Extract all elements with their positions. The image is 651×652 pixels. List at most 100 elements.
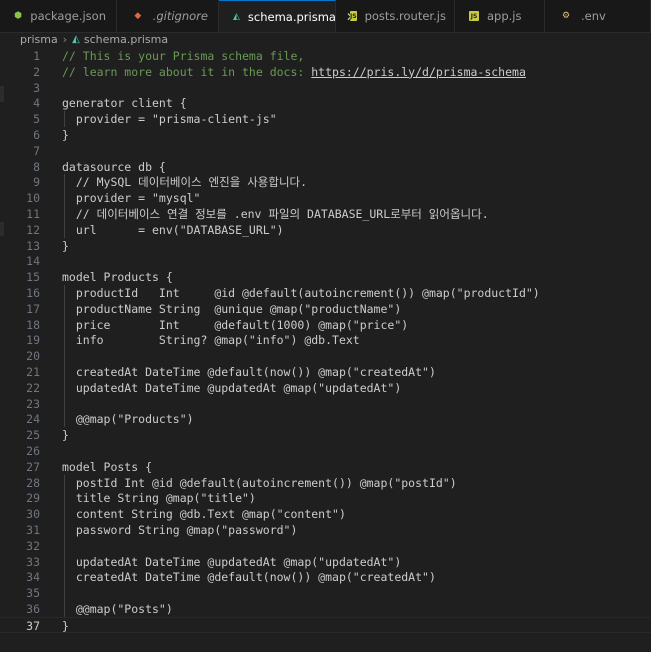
code-text: postId Int @id @default(autoincrement())…: [62, 475, 457, 491]
js-icon: JS: [350, 11, 357, 21]
line-number: 24: [26, 412, 40, 427]
code-line[interactable]: 34 createdAt DateTime @default(now()) @m…: [0, 569, 651, 585]
code-line[interactable]: 20: [0, 348, 651, 364]
code-line[interactable]: 10 provider = "mysql": [0, 190, 651, 206]
code-line[interactable]: 29 title String @map("title"): [0, 490, 651, 506]
code-text-content: url = env("DATABASE_URL"): [62, 222, 284, 237]
tab-bar: ⬢package.json◆.gitignore◭schema.prisma✕J…: [0, 0, 651, 33]
code-line[interactable]: 21 createdAt DateTime @default(now()) @m…: [0, 364, 651, 380]
line-number: 36: [26, 602, 40, 616]
code-text-content: }: [62, 128, 69, 142]
code-text-content: password String @map("password"): [62, 523, 298, 537]
code-line[interactable]: 4 generator client {: [0, 95, 651, 111]
code-line[interactable]: 17 productName String @unique @map("prod…: [0, 301, 651, 317]
code-text-content: productId Int @id @default(autoincrement…: [62, 286, 540, 300]
code-line[interactable]: 27 model Posts {: [0, 459, 651, 475]
code-line[interactable]: 23: [0, 396, 651, 412]
line-number: 37: [26, 618, 40, 633]
code-text: generator client {: [62, 95, 187, 111]
code-text-content: provider = "mysql": [62, 191, 201, 206]
code-text-content: @@map("Posts"): [62, 602, 173, 616]
line-number: 4: [33, 96, 40, 111]
code-line[interactable]: 24 @@map("Products"): [0, 411, 651, 427]
env-icon: ⚙: [561, 11, 571, 21]
code-text-content: // learn more about it in the docs:: [62, 64, 312, 79]
code-text-content: model Products {: [62, 270, 173, 285]
code-line[interactable]: 16 productId Int @id @default(autoincrem…: [0, 285, 651, 301]
code-text-content: provider = "prisma-client-js": [62, 112, 277, 127]
code-line[interactable]: 35: [0, 585, 651, 601]
line-number: 21: [26, 365, 40, 379]
code-line[interactable]: 37}: [0, 616, 651, 633]
code-line[interactable]: 30 content String @db.Text @map("content…: [0, 506, 651, 522]
tab-label: app.js: [487, 9, 522, 23]
tab-app-js[interactable]: JS app.js: [455, 0, 545, 32]
code-line[interactable]: 12 url = env("DATABASE_URL"): [0, 222, 651, 238]
line-number: 10: [26, 191, 40, 206]
code-line[interactable]: 9 // MySQL 데이터베이스 엔진을 사용합니다.: [0, 174, 651, 190]
line-number: 35: [26, 586, 40, 601]
prisma-icon: ◭: [233, 11, 240, 22]
code-line[interactable]: 13}: [0, 238, 651, 254]
tab-gitignore[interactable]: ◆ .gitignore: [117, 0, 219, 32]
code-line[interactable]: 7: [0, 143, 651, 159]
code-editor[interactable]: 1 // This is your Prisma schema file, 2 // …: [0, 47, 651, 652]
code-line[interactable]: 19 info String? @map("info") @db.Text: [0, 332, 651, 348]
code-line[interactable]: 25}: [0, 427, 651, 443]
code-text-content: }: [62, 238, 69, 253]
code-line[interactable]: 32: [0, 538, 651, 554]
tab-schema-prisma[interactable]: ◭schema.prisma✕: [219, 0, 356, 32]
code-line[interactable]: 36 @@map("Posts"): [0, 601, 651, 617]
code-text-content: // MySQL 데이터베이스 엔진을 사용합니다.: [62, 175, 308, 190]
line-number: 32: [26, 538, 40, 553]
code-text: // MySQL 데이터베이스 엔진을 사용합니다.: [62, 174, 307, 190]
breadcrumb-file[interactable]: schema.prisma: [84, 33, 168, 46]
line-number: 29: [26, 491, 40, 506]
breadcrumb-folder[interactable]: prisma: [20, 33, 58, 46]
code-line[interactable]: 11 // 데이터베이스 연결 정보를 .env 파일의 DATABASE_UR…: [0, 206, 651, 222]
line-number: 11: [26, 207, 40, 221]
code-text: model Posts {: [62, 459, 152, 475]
tab-label: schema.prisma: [247, 9, 336, 24]
code-text-content: // 데이터베이스 연결 정보를 .env 파일의 DATABASE_URL로부…: [62, 207, 489, 221]
line-number: 15: [26, 270, 40, 285]
code-line[interactable]: 1 // This is your Prisma schema file,: [0, 48, 651, 64]
tab-package-json[interactable]: ⬢ package.json: [0, 0, 117, 32]
js-icon: JS: [469, 11, 479, 21]
code-text: title String @map("title"): [62, 490, 256, 506]
line-number: 17: [26, 301, 40, 316]
docs-link[interactable]: https://pris.ly/d/prisma-schema: [311, 65, 526, 79]
code-text: password String @map("password"): [62, 522, 298, 538]
code-line[interactable]: 3: [0, 80, 651, 96]
code-line[interactable]: 8 datasource db {: [0, 159, 651, 175]
code-text: }: [62, 127, 69, 143]
code-line[interactable]: 22 updatedAt DateTime @updatedAt @map("u…: [0, 380, 651, 396]
code-line[interactable]: 31 password String @map("password"): [0, 522, 651, 538]
code-text: // 데이터베이스 연결 정보를 .env 파일의 DATABASE_URL로부…: [62, 206, 489, 222]
line-number: 34: [26, 570, 40, 585]
line-number: 2: [33, 64, 40, 79]
line-number: 30: [26, 507, 40, 522]
line-number: 1: [33, 49, 40, 63]
line-number: 27: [26, 459, 40, 474]
code-line[interactable]: 26: [0, 443, 651, 459]
tab-label: .gitignore: [152, 9, 208, 23]
tab-env[interactable]: ⚙ .env: [545, 0, 651, 32]
code-text-content: // This is your Prisma schema file,: [62, 49, 305, 63]
code-line[interactable]: 14: [0, 253, 651, 269]
code-line[interactable]: 18 price Int @default(1000) @map("price"…: [0, 317, 651, 333]
code-line[interactable]: 33 updatedAt DateTime @updatedAt @map("u…: [0, 554, 651, 570]
code-line[interactable]: 15 model Products {: [0, 269, 651, 285]
code-text: updatedAt DateTime @updatedAt @map("upda…: [62, 380, 401, 396]
code-text-content: postId Int @id @default(autoincrement())…: [62, 475, 457, 490]
tab-posts-router-js[interactable]: JS posts.router.js: [336, 0, 455, 32]
code-line[interactable]: 5 provider = "prisma-client-js": [0, 111, 651, 127]
code-text-content: createdAt DateTime @default(now()) @map(…: [62, 570, 436, 585]
line-number: 6: [33, 128, 40, 142]
code-line[interactable]: 2 // learn more about it in the docs: htt…: [0, 64, 651, 80]
code-text: updatedAt DateTime @updatedAt @map("upda…: [62, 554, 401, 570]
code-line[interactable]: 6}: [0, 127, 651, 143]
code-line[interactable]: 28 postId Int @id @default(autoincrement…: [0, 475, 651, 491]
code-text-content: productName String @unique @map("product…: [62, 301, 402, 316]
line-number: 33: [26, 554, 40, 569]
